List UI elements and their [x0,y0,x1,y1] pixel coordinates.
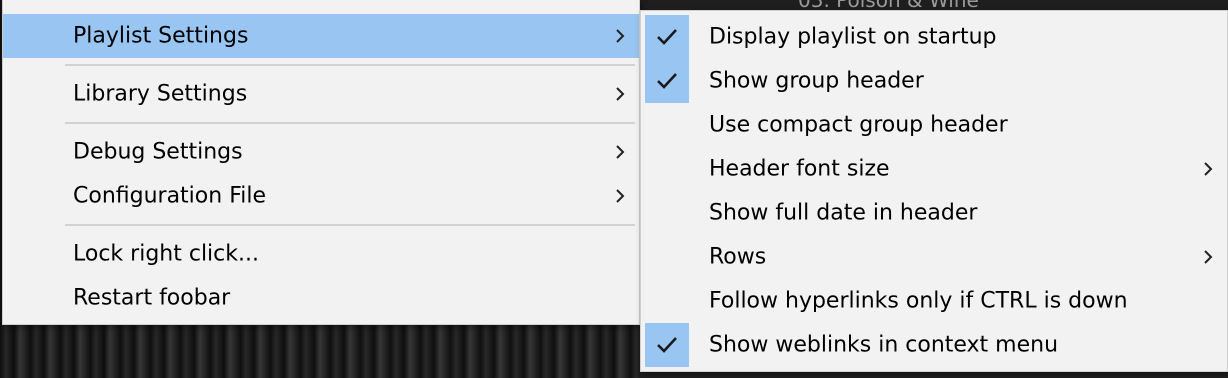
menu-item-label: Restart foobar [73,285,231,311]
submenu-item-label: Show weblinks in context menu [709,332,1059,358]
chevron-right-icon [616,29,625,43]
submenu-item-label: Use compact group header [709,112,1008,138]
menu-item-configuration-file[interactable]: Configuration File [3,174,639,218]
chevron-right-icon [616,189,625,203]
menu-separator [65,224,635,226]
submenu-item-display-playlist-on-startup[interactable]: Display playlist on startup [641,15,1227,59]
chevron-right-icon [1204,162,1213,176]
menu-item-label: Library Settings [73,81,248,107]
submenu-item-show-group-header[interactable]: Show group header [641,59,1227,103]
main-context-menu: Playlist Settings Library Settings Debug… [2,0,640,325]
submenu-item-use-compact-group-header[interactable]: Use compact group header [641,103,1227,147]
chevron-right-icon [1204,250,1213,264]
menu-separator [65,122,635,124]
checkmark-icon [645,59,689,103]
submenu-item-label: Header font size [709,156,890,182]
chevron-right-icon [616,145,625,159]
album-art-strip [0,318,640,378]
submenu-item-label: Follow hyperlinks only if CTRL is down [709,288,1128,314]
checkmark-icon [645,15,689,59]
menu-item-label: Playlist Settings [73,23,249,49]
submenu-item-label: Display playlist on startup [709,24,997,50]
menu-item-debug-settings[interactable]: Debug Settings [3,130,639,174]
submenu-item-header-font-size[interactable]: Header font size [641,147,1227,191]
playlist-settings-submenu: Display playlist on startup Show group h… [640,10,1228,372]
submenu-item-follow-hyperlinks[interactable]: Follow hyperlinks only if CTRL is down [641,279,1227,323]
submenu-item-show-full-date-in-header[interactable]: Show full date in header [641,191,1227,235]
submenu-item-label: Show full date in header [709,200,978,226]
menu-item-label: Debug Settings [73,139,243,165]
menu-item-lock-right-click[interactable]: Lock right click... [3,232,639,276]
chevron-right-icon [616,87,625,101]
submenu-item-label: Show group header [709,68,924,94]
menu-separator [65,64,635,66]
submenu-item-show-weblinks[interactable]: Show weblinks in context menu [641,323,1227,367]
menu-item-playlist-settings[interactable]: Playlist Settings [3,14,639,58]
submenu-item-rows[interactable]: Rows [641,235,1227,279]
menu-item-label: Configuration File [73,183,267,209]
checkmark-icon [645,323,689,367]
menu-item-library-settings[interactable]: Library Settings [3,72,639,116]
menu-item-restart-foobar[interactable]: Restart foobar [3,276,639,320]
menu-item-label: Lock right click... [73,241,259,267]
submenu-item-label: Rows [709,244,767,270]
